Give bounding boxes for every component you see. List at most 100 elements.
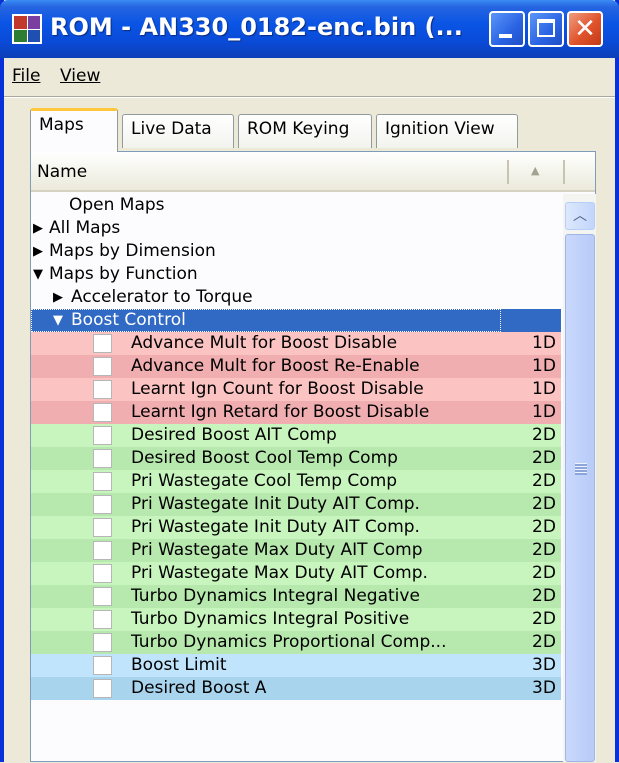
map-dimension: 2D <box>532 448 556 468</box>
map-row[interactable]: Turbo Dynamics Integral Positive 2D <box>31 608 561 631</box>
map-dimension: 2D <box>532 586 556 606</box>
tab-maps[interactable]: Maps <box>30 108 118 152</box>
map-row[interactable]: Turbo Dynamics Integral Negative 2D <box>31 585 561 608</box>
map-checkbox[interactable] <box>93 610 112 629</box>
tree-node-boost-control[interactable]: ▼ Boost Control <box>31 309 561 332</box>
map-name: Turbo Dynamics Proportional Comp... <box>131 632 447 652</box>
map-row[interactable]: Pri Wastegate Init Duty AIT Comp. 2D <box>31 493 561 516</box>
map-checkbox[interactable] <box>93 541 112 560</box>
map-name: Learnt Ign Count for Boost Disable <box>131 379 424 399</box>
tree-node-label: Maps by Dimension <box>49 241 216 261</box>
menu-view-label: View <box>60 66 101 86</box>
map-name: Turbo Dynamics Integral Positive <box>131 609 410 629</box>
map-checkbox[interactable] <box>93 334 112 353</box>
tree-node-label: Boost Control <box>71 310 186 330</box>
column-header-name[interactable]: Name <box>37 162 87 182</box>
tree-node-open-maps[interactable]: Open Maps <box>31 194 561 217</box>
collapse-arrow-icon[interactable]: ▼ <box>51 309 65 332</box>
map-name: Turbo Dynamics Integral Negative <box>131 586 420 606</box>
map-row[interactable]: Pri Wastegate Max Duty AIT Comp 2D <box>31 539 561 562</box>
close-button[interactable]: ✕ <box>567 11 603 47</box>
map-dimension: 2D <box>532 494 556 514</box>
map-row[interactable]: Desired Boost Cool Temp Comp 2D <box>31 447 561 470</box>
tree-node-label: All Maps <box>49 218 121 238</box>
map-dimension: 2D <box>532 632 556 652</box>
map-checkbox[interactable] <box>93 495 112 514</box>
expand-arrow-icon[interactable]: ▶ <box>51 286 65 309</box>
tree-node-all-maps[interactable]: ▶ All Maps <box>31 217 561 240</box>
vertical-scrollbar[interactable]: ︿ <box>563 194 596 762</box>
map-dimension: 2D <box>532 563 556 583</box>
map-checkbox[interactable] <box>93 472 112 491</box>
map-row[interactable]: Desired Boost AIT Comp 2D <box>31 424 561 447</box>
map-dimension: 2D <box>532 517 556 537</box>
window-title: ROM - AN330_0182-enc.bin (... <box>50 13 463 41</box>
map-checkbox[interactable] <box>93 449 112 468</box>
map-checkbox[interactable] <box>93 380 112 399</box>
grip-icon <box>575 463 587 475</box>
map-name: Advance Mult for Boost Re-Enable <box>131 356 420 376</box>
map-name: Pri Wastegate Max Duty AIT Comp <box>131 540 423 560</box>
map-checkbox[interactable] <box>93 403 112 422</box>
map-row[interactable]: Turbo Dynamics Proportional Comp... 2D <box>31 631 561 654</box>
map-checkbox[interactable] <box>93 357 112 376</box>
map-dimension: 3D <box>532 678 556 698</box>
map-checkbox[interactable] <box>93 587 112 606</box>
map-row[interactable]: Pri Wastegate Max Duty AIT Comp. 2D <box>31 562 561 585</box>
scroll-up-button[interactable]: ︿ <box>565 202 595 230</box>
column-divider[interactable] <box>563 160 565 184</box>
map-row[interactable]: Advance Mult for Boost Re-Enable 1D <box>31 355 561 378</box>
map-name: Learnt Ign Retard for Boost Disable <box>131 402 430 422</box>
map-name: Desired Boost AIT Comp <box>131 425 337 445</box>
map-dimension: 1D <box>532 379 556 399</box>
map-name: Pri Wastegate Cool Temp Comp <box>131 471 398 491</box>
map-dimension: 1D <box>532 333 556 353</box>
minimize-button[interactable] <box>489 11 525 47</box>
map-checkbox[interactable] <box>93 656 112 675</box>
map-dimension: 1D <box>532 402 556 422</box>
maximize-icon <box>537 19 555 37</box>
map-row[interactable]: Pri Wastegate Init Duty AIT Comp. 2D <box>31 516 561 539</box>
map-row[interactable]: Boost Limit 3D <box>31 654 561 677</box>
tree-node-maps-by-function[interactable]: ▼ Maps by Function <box>31 263 561 286</box>
tree-node-label: Open Maps <box>69 195 165 215</box>
column-header[interactable]: Name ▲ <box>31 152 595 192</box>
tree-node-accelerator-to-torque[interactable]: ▶ Accelerator to Torque <box>31 286 561 309</box>
map-dimension: 1D <box>532 356 556 376</box>
chevron-up-icon: ︿ <box>573 208 587 224</box>
app-logo-icon <box>12 14 42 44</box>
map-row[interactable]: Learnt Ign Retard for Boost Disable 1D <box>31 401 561 424</box>
map-name: Desired Boost Cool Temp Comp <box>131 448 398 468</box>
close-icon: ✕ <box>574 14 596 44</box>
column-divider[interactable] <box>507 160 509 184</box>
title-bar[interactable]: ROM - AN330_0182-enc.bin (... ✕ <box>0 0 619 58</box>
expand-arrow-icon[interactable]: ▶ <box>31 240 45 263</box>
map-row[interactable]: Desired Boost A 3D <box>31 677 561 700</box>
map-name: Pri Wastegate Init Duty AIT Comp. <box>131 517 420 537</box>
map-name: Pri Wastegate Max Duty AIT Comp. <box>131 563 428 583</box>
maximize-button[interactable] <box>528 11 564 47</box>
tab-live-data[interactable]: Live Data <box>122 114 234 148</box>
menu-separator <box>4 96 615 98</box>
map-dimension: 2D <box>532 609 556 629</box>
menu-file-label: File <box>12 66 41 86</box>
map-row[interactable]: Pri Wastegate Cool Temp Comp 2D <box>31 470 561 493</box>
expand-arrow-icon[interactable]: ▶ <box>31 217 45 240</box>
scroll-thumb[interactable] <box>565 234 595 762</box>
map-checkbox[interactable] <box>93 679 112 698</box>
tab-ignition-view[interactable]: Ignition View <box>376 114 518 148</box>
map-checkbox[interactable] <box>93 518 112 537</box>
tree-node-maps-by-dimension[interactable]: ▶ Maps by Dimension <box>31 240 561 263</box>
map-checkbox[interactable] <box>93 564 112 583</box>
map-checkbox[interactable] <box>93 426 112 445</box>
menu-file[interactable]: File <box>12 66 40 86</box>
tab-rom-keying[interactable]: ROM Keying <box>238 114 372 148</box>
map-dimension: 2D <box>532 540 556 560</box>
map-row[interactable]: Advance Mult for Boost Disable 1D <box>31 332 561 355</box>
menu-view[interactable]: View <box>60 66 100 86</box>
map-checkbox[interactable] <box>93 633 112 652</box>
map-row[interactable]: Learnt Ign Count for Boost Disable 1D <box>31 378 561 401</box>
map-name: Boost Limit <box>131 655 227 675</box>
tab-strip: Maps Live Data ROM Keying Ignition View <box>4 100 615 152</box>
collapse-arrow-icon[interactable]: ▼ <box>31 263 45 286</box>
